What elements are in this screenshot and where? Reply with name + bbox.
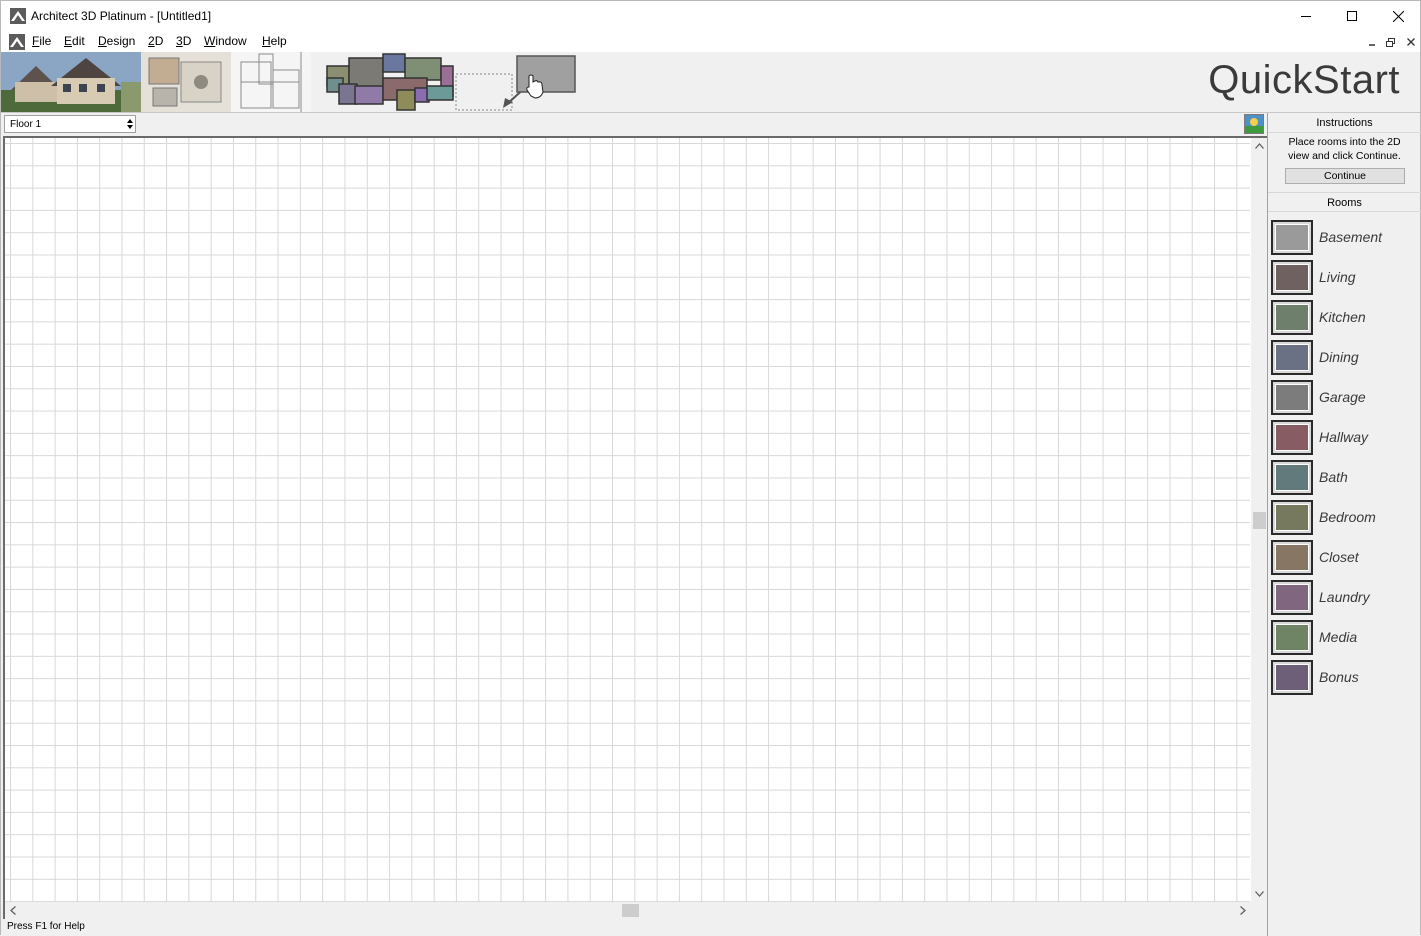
scroll-right-arrow-icon[interactable] [1235,902,1251,918]
room-swatch [1271,380,1313,415]
status-text: Press F1 for Help [7,921,85,932]
room-swatch [1271,420,1313,455]
app-window: Architect 3D Platinum - [Untitled1] File… [0,0,1421,936]
scroll-up-arrow-icon[interactable] [1251,138,1267,154]
quickstart-illustration [1,52,576,112]
restore-icon [1386,37,1395,47]
room-swatch [1271,220,1313,255]
status-bar: Press F1 for Help [1,919,1267,936]
room-item-dining[interactable]: Dining [1271,338,1419,376]
mdi-restore-button[interactable] [1382,35,1399,49]
room-swatch [1271,620,1313,655]
minimize-button[interactable] [1283,1,1329,31]
floor-toolbar: Floor 1 [1,113,1267,135]
floor-select[interactable]: Floor 1 [4,115,136,133]
scroll-down-arrow-icon[interactable] [1251,886,1267,902]
room-swatch [1271,460,1313,495]
vertical-scroll-thumb[interactable] [1253,512,1266,529]
rooms-header: Rooms [1268,192,1421,212]
close-icon [1406,38,1415,46]
floor-select-value: Floor 1 [10,119,42,130]
instructions-text: Place rooms into the 2D view and click C… [1288,136,1401,162]
mdi-minimize-button[interactable] [1363,35,1380,49]
plan-grid[interactable] [5,138,1250,902]
close-button[interactable] [1375,1,1421,31]
room-item-living[interactable]: Living [1271,258,1419,296]
minimize-icon [1301,16,1311,17]
menu-edit[interactable]: Edit [63,34,86,48]
quickstart-title: QuickStart [1208,58,1400,102]
continue-button[interactable]: Continue [1285,168,1405,184]
room-item-garage[interactable]: Garage [1271,378,1419,416]
room-item-basement[interactable]: Basement [1271,218,1419,256]
instructions-header: Instructions [1268,113,1421,133]
room-item-bedroom[interactable]: Bedroom [1271,498,1419,536]
room-swatch [1271,540,1313,575]
room-item-kitchen[interactable]: Kitchen [1271,298,1419,336]
close-icon [1392,10,1404,22]
minimize-icon [1368,44,1375,46]
title-bar[interactable]: Architect 3D Platinum - [Untitled1] [1,1,1420,31]
app-house-icon [10,8,26,24]
scroll-corner [1251,902,1267,919]
menu-bar: File Edit Design 2D 3D Window Help [1,31,1420,52]
room-swatch [1271,500,1313,535]
menu-window[interactable]: Window [203,34,248,48]
quickstart-panel: Instructions Place rooms into the 2D vie… [1267,113,1421,936]
quickstart-banner: QuickStart [1,52,1420,113]
vertical-scrollbar[interactable] [1251,138,1267,902]
horizontal-scroll-thumb[interactable] [622,904,639,917]
room-item-hallway[interactable]: Hallway [1271,418,1419,456]
room-swatch [1271,340,1313,375]
landscape-view-icon [1245,115,1263,133]
room-swatch [1271,300,1313,335]
room-item-laundry[interactable]: Laundry [1271,578,1419,616]
scroll-left-arrow-icon[interactable] [5,902,21,918]
room-item-closet[interactable]: Closet [1271,538,1419,576]
menu-help[interactable]: Help [261,34,288,48]
maximize-button[interactable] [1329,1,1375,31]
room-item-media[interactable]: Media [1271,618,1419,656]
spinner-arrows-icon [127,119,133,129]
menu-2d[interactable]: 2D [147,34,164,48]
2d-plan-view[interactable] [3,136,1267,919]
room-item-bath[interactable]: Bath [1271,458,1419,496]
room-swatch [1271,660,1313,695]
view-toggle-button[interactable] [1244,114,1264,134]
horizontal-scrollbar[interactable] [5,902,1251,919]
document-house-icon[interactable] [9,34,25,50]
menu-design[interactable]: Design [97,34,136,48]
room-item-bonus[interactable]: Bonus [1271,658,1419,696]
menu-file[interactable]: File [31,34,52,48]
room-swatch [1271,580,1313,615]
maximize-icon [1347,11,1357,21]
room-swatch [1271,260,1313,295]
mdi-close-button[interactable] [1402,35,1419,49]
window-title: Architect 3D Platinum - [Untitled1] [31,9,212,23]
menu-3d[interactable]: 3D [175,34,192,48]
